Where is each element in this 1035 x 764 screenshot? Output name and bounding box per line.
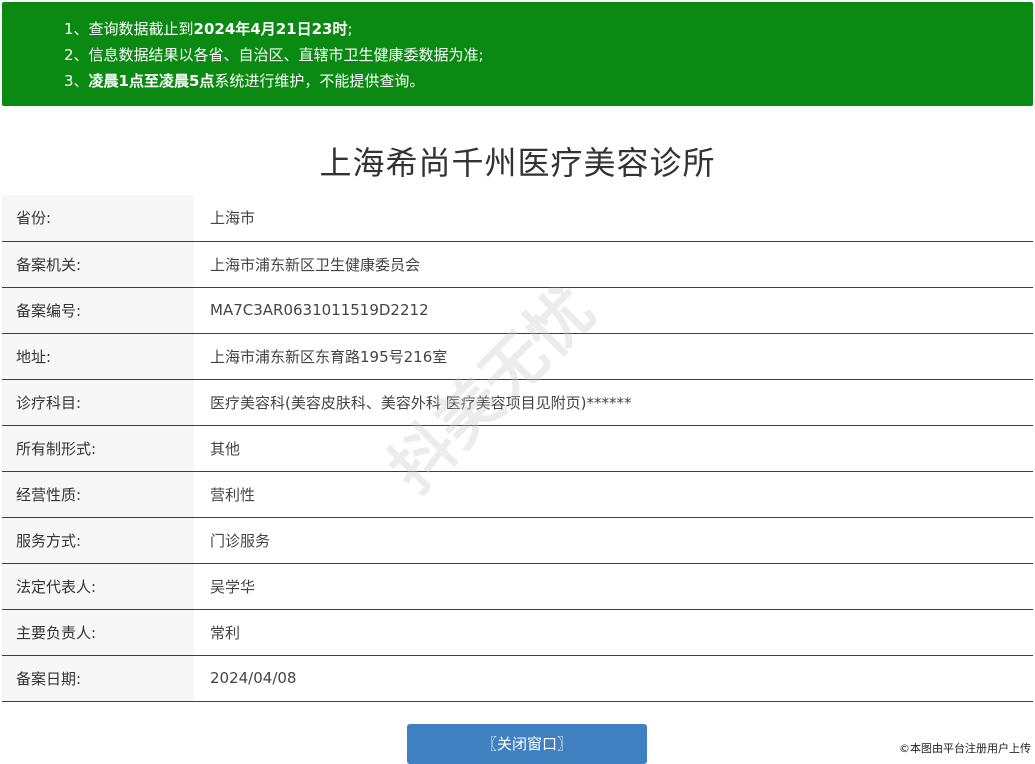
notice-line-3: 3、凌晨1点至凌晨5点系统进行维护，不能提供查询。	[64, 68, 1033, 94]
table-row: 备案编号: MA7C3AR0631011519D2212	[2, 287, 1033, 333]
row-value: MA7C3AR0631011519D2212	[210, 301, 429, 319]
table-row: 法定代表人: 吴学华	[2, 563, 1033, 609]
row-label: 备案日期:	[2, 655, 194, 701]
notice-text: 1、查询数据截止到	[64, 20, 194, 38]
row-label: 所有制形式:	[2, 425, 194, 471]
table-row: 备案日期: 2024/04/08	[2, 655, 1033, 701]
row-label: 备案编号:	[2, 287, 194, 333]
copyright-text: ©本图由平台注册用户上传	[899, 742, 1031, 755]
row-value: 上海市浦东新区东育路195号216室	[210, 347, 448, 366]
row-value: 其他	[210, 439, 241, 458]
table-row: 所有制形式: 其他	[2, 425, 1033, 471]
notice-text: ;	[347, 20, 353, 38]
table-row: 服务方式: 门诊服务	[2, 517, 1033, 563]
row-label: 诊疗科目:	[2, 379, 194, 425]
row-label: 经营性质:	[2, 471, 194, 517]
row-label: 备案机关:	[2, 241, 194, 287]
row-value: 吴学华	[210, 577, 256, 596]
table-row: 诊疗科目: 医疗美容科(美容皮肤科、美容外科 医疗美容项目见附页)******	[2, 379, 1033, 425]
row-value: 上海市	[210, 209, 256, 228]
notice-banner: 1、查询数据截止到2024年4月21日23时; 2、信息数据结果以各省、自治区、…	[2, 2, 1033, 106]
row-label: 地址:	[2, 333, 194, 379]
page-title: 上海希尚千州医疗美容诊所	[319, 144, 716, 182]
row-value: 常利	[210, 623, 241, 642]
row-label: 主要负责人:	[2, 609, 194, 655]
row-label: 服务方式:	[2, 517, 194, 563]
row-value: 上海市浦东新区卫生健康委员会	[210, 255, 421, 274]
notice-line-1: 1、查询数据截止到2024年4月21日23时;	[64, 16, 1033, 42]
table-row: 经营性质: 营利性	[2, 471, 1033, 517]
table-row: 主要负责人: 常利	[2, 609, 1033, 655]
table-row: 备案机关: 上海市浦东新区卫生健康委员会	[2, 241, 1033, 287]
row-value: 门诊服务	[210, 531, 271, 550]
row-value: 医疗美容科(美容皮肤科、美容外科 医疗美容项目见附页)******	[210, 393, 632, 412]
table-row: 省份: 上海市	[2, 195, 1033, 241]
notice-bold-text: 2024年4月21日23时	[193, 20, 348, 38]
row-value: 2024/04/08	[210, 669, 297, 687]
row-value: 营利性	[210, 485, 256, 504]
close-window-button[interactable]: 〖关闭窗口〗	[407, 724, 647, 764]
notice-line-2: 2、信息数据结果以各省、自治区、直辖市卫生健康委数据为准;	[64, 46, 484, 64]
info-table: 省份: 上海市 备案机关: 上海市浦东新区卫生健康委员会 备案编号: MA7C3AR0…	[2, 195, 1033, 702]
row-label: 法定代表人:	[2, 563, 194, 609]
table-row: 地址: 上海市浦东新区东育路195号216室	[2, 333, 1033, 379]
notice-text: 3、	[64, 72, 89, 90]
notice-bold-text: 凌晨1点至凌晨5点	[88, 72, 215, 90]
row-label: 省份:	[2, 195, 194, 241]
notice-text: 系统进行维护，不能提供查询。	[214, 72, 425, 90]
